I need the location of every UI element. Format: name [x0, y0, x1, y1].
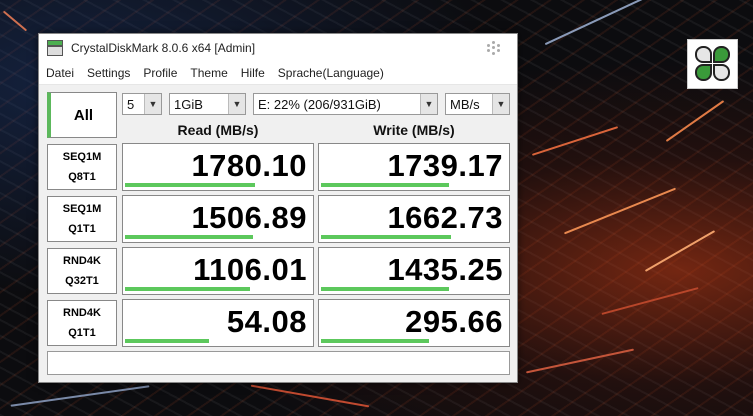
test-queue-label: Q1T1 [68, 327, 96, 339]
write-value: 1435.25 [387, 252, 503, 287]
menu-datei[interactable]: Datei [46, 66, 74, 80]
desktop-app-icon[interactable] [687, 39, 738, 89]
chevron-down-icon: ▼ [420, 94, 437, 114]
read-value: 1506.89 [191, 200, 307, 235]
menu-bar: Datei Settings Profile Theme Hilfe Sprac… [39, 62, 517, 85]
test-queue-label: Q1T1 [68, 223, 96, 235]
write-result-cell: 1662.73 [318, 195, 510, 243]
chevron-down-icon: ▼ [228, 94, 245, 114]
test-size-value: 1GiB [174, 96, 203, 112]
test-queue-label: Q32T1 [65, 275, 99, 287]
test-count-select[interactable]: 5 ▼ [122, 93, 162, 115]
write-progress-bar [321, 183, 449, 187]
app-icon [47, 40, 63, 56]
test-button-rnd4k-q32t1[interactable]: RND4K Q32T1 [47, 248, 117, 294]
write-result-cell: 1435.25 [318, 247, 510, 295]
test-queue-label: Q8T1 [68, 171, 96, 183]
write-value: 1662.73 [387, 200, 503, 235]
read-header: Read (MB/s) [177, 122, 259, 138]
drive-value: E: 22% (206/931GiB) [258, 96, 381, 112]
theme-dots-icon[interactable] [487, 41, 501, 55]
unit-value: MB/s [450, 96, 480, 112]
menu-settings[interactable]: Settings [87, 66, 130, 80]
test-button-rnd4k-q1t1[interactable]: RND4K Q1T1 [47, 300, 117, 346]
write-progress-bar [321, 235, 451, 239]
write-value: 1739.17 [387, 148, 503, 183]
read-value: 1780.10 [191, 148, 307, 183]
test-count-value: 5 [127, 96, 135, 112]
unit-select[interactable]: MB/s ▼ [445, 93, 510, 115]
read-progress-bar [125, 287, 250, 291]
read-result-cell: 1780.10 [122, 143, 314, 191]
crystaldiskmark-window: CrystalDiskMark 8.0.6 x64 [Admin] Datei … [38, 33, 518, 383]
chevron-down-icon: ▼ [492, 94, 509, 114]
read-result-cell: 54.08 [122, 299, 314, 347]
read-progress-bar [125, 235, 253, 239]
read-result-cell: 1106.01 [122, 247, 314, 295]
test-type-label: RND4K [63, 255, 101, 267]
write-progress-bar [321, 287, 449, 291]
read-progress-bar [125, 183, 255, 187]
window-title: CrystalDiskMark 8.0.6 x64 [Admin] [71, 41, 256, 55]
test-button-seq1m-q8t1[interactable]: SEQ1M Q8T1 [47, 144, 117, 190]
read-result-cell: 1506.89 [122, 195, 314, 243]
menu-profile[interactable]: Profile [143, 66, 177, 80]
title-bar[interactable]: CrystalDiskMark 8.0.6 x64 [Admin] [39, 34, 517, 62]
write-result-cell: 295.66 [318, 299, 510, 347]
test-size-select[interactable]: 1GiB ▼ [169, 93, 246, 115]
comment-field[interactable] [47, 351, 510, 375]
write-header: Write (MB/s) [373, 122, 455, 138]
read-value: 1106.01 [193, 252, 307, 287]
all-button[interactable]: All [47, 92, 117, 138]
test-button-seq1m-q1t1[interactable]: SEQ1M Q1T1 [47, 196, 117, 242]
test-type-label: RND4K [63, 307, 101, 319]
read-progress-bar [125, 339, 209, 343]
write-progress-bar [321, 339, 429, 343]
chevron-down-icon: ▼ [144, 94, 161, 114]
menu-language[interactable]: Sprache(Language) [278, 66, 384, 80]
menu-theme[interactable]: Theme [190, 66, 227, 80]
test-type-label: SEQ1M [62, 151, 102, 163]
write-result-cell: 1739.17 [318, 143, 510, 191]
write-value: 295.66 [405, 304, 503, 339]
test-type-label: SEQ1M [62, 203, 102, 215]
menu-hilfe[interactable]: Hilfe [241, 66, 265, 80]
read-value: 54.08 [226, 304, 307, 339]
drive-select[interactable]: E: 22% (206/931GiB) ▼ [253, 93, 438, 115]
